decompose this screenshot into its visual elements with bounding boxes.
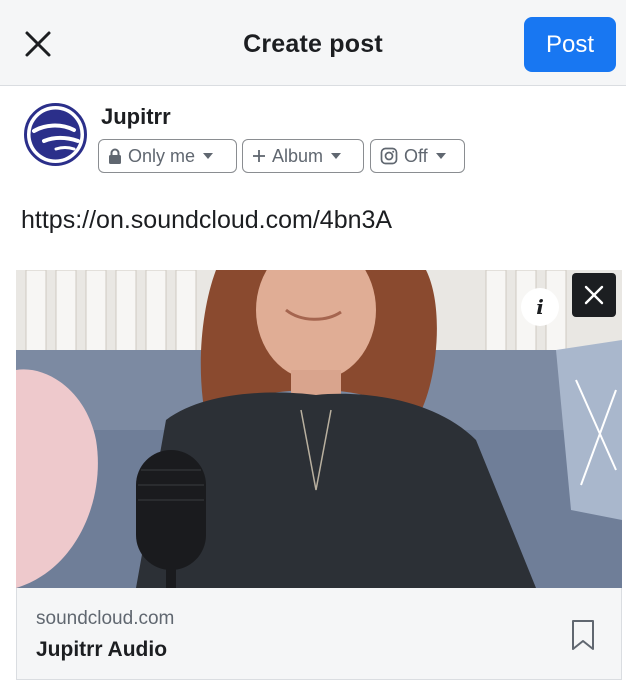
bookmark-icon	[572, 620, 594, 650]
bookmark-button[interactable]	[571, 619, 595, 651]
instagram-icon	[380, 147, 398, 165]
profile-name: Jupitrr	[101, 104, 171, 129]
chevron-down-icon	[435, 153, 446, 159]
link-preview-footer[interactable]: soundcloud.com Jupitrr Audio	[16, 588, 622, 680]
link-title: Jupitrr Audio	[36, 638, 168, 661]
post-text-input[interactable]: https://on.soundcloud.com/4bn3A	[21, 206, 392, 235]
avatar[interactable]	[24, 103, 87, 166]
chevron-down-icon	[203, 153, 214, 159]
info-button[interactable]: i	[521, 288, 559, 326]
close-icon	[584, 285, 604, 305]
lock-icon	[109, 148, 121, 164]
plus-icon	[253, 150, 265, 162]
album-selector[interactable]: Album	[242, 139, 364, 173]
album-label: Album	[272, 145, 324, 166]
privacy-selector[interactable]: Only me	[98, 139, 237, 173]
post-button[interactable]: Post	[524, 17, 616, 72]
instagram-label: Off	[404, 145, 428, 166]
privacy-label: Only me	[128, 145, 196, 166]
chevron-down-icon	[331, 153, 342, 159]
jupitrr-logo-icon	[24, 103, 87, 166]
top-bar: Create post Post	[0, 0, 626, 86]
remove-preview-button[interactable]	[572, 273, 616, 317]
link-domain: soundcloud.com	[36, 608, 175, 629]
instagram-share-selector[interactable]: Off	[370, 139, 465, 173]
